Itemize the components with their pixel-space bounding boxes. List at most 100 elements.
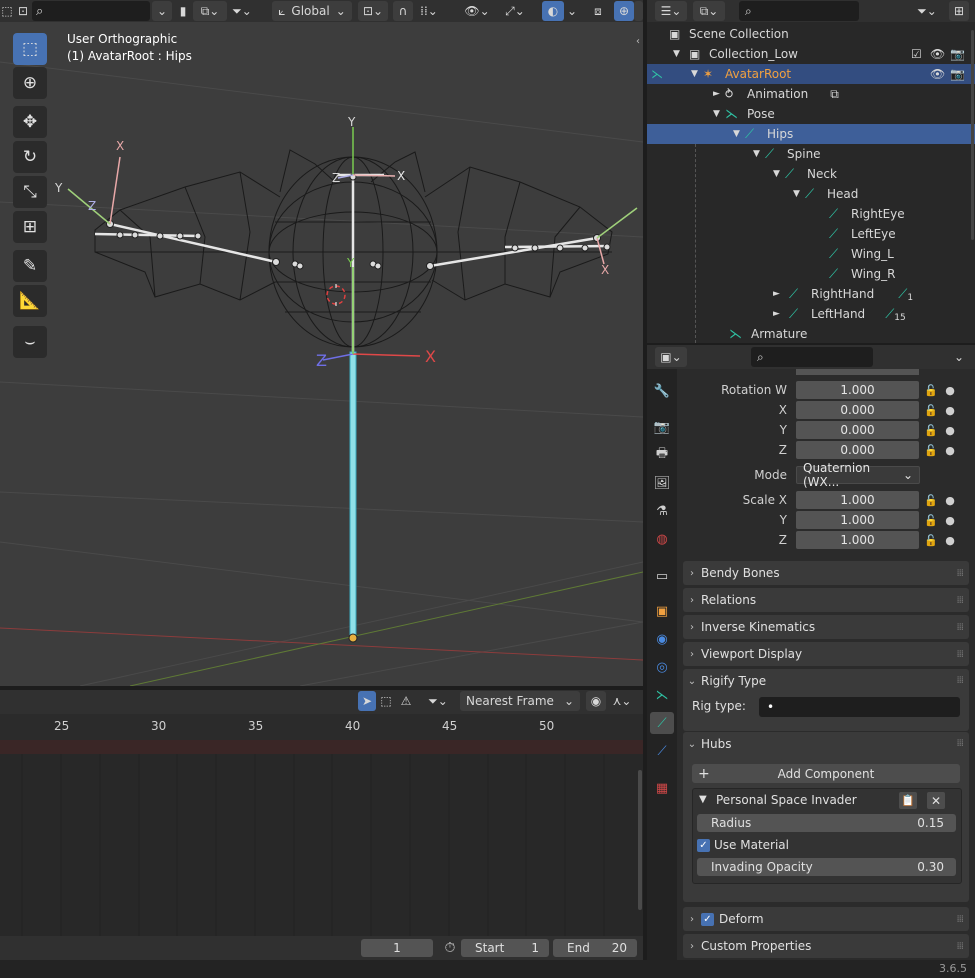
render-tab-icon[interactable]: 📷 (650, 416, 674, 438)
rotation-z-field[interactable]: 0.000 (796, 441, 919, 459)
options-dropdown[interactable]: ⌄ (949, 347, 969, 367)
filter-icon[interactable]: ⏷⌄ (421, 691, 455, 711)
edit-mode-icon[interactable]: ⬚ (0, 1, 14, 21)
viewport-search-input[interactable]: ⌕ (32, 1, 150, 21)
outliner-row-hips[interactable]: ▼ ⟋ Hips (647, 124, 975, 144)
filter-dropdown[interactable]: ⌄ (152, 1, 172, 21)
armature-tab-icon[interactable]: ⋋ (650, 684, 674, 706)
keyframe-dot-icon[interactable]: ● (945, 531, 955, 549)
invading-opacity-field[interactable]: Invading Opacity 0.30 (697, 858, 956, 876)
collapsed-arrow-icon[interactable]: ► (713, 89, 725, 99)
drag-handle-icon[interactable]: ⁞⁞⁞ (956, 568, 963, 579)
panel-custom-properties[interactable]: › Custom Properties ⁞⁞⁞ (683, 934, 969, 958)
overlay-icon[interactable]: ◐ (542, 1, 564, 21)
drag-handle-icon[interactable]: ⁞⁞⁞ (956, 738, 963, 749)
lock-icon[interactable]: 🔓 (924, 421, 938, 439)
expand-arrow-icon[interactable]: ▼ (793, 189, 805, 199)
keyframe-dot-icon[interactable]: ● (945, 441, 955, 459)
overlay-dropdown[interactable]: ⌄ (564, 1, 580, 21)
filter-icon[interactable]: ⏷⌄ (227, 1, 257, 21)
eye-icon[interactable]: 👁 (930, 67, 945, 81)
deform-checkbox[interactable]: ✓ (701, 912, 714, 926)
collapsed-arrow-icon[interactable]: ► (773, 289, 789, 299)
select-box-tool[interactable]: ⬚ (13, 33, 47, 65)
outliner-row-animation[interactable]: ► ⥁ Animation ⧉ (647, 84, 975, 104)
lock-icon[interactable]: 🔓 (924, 511, 938, 529)
rotation-x-field[interactable]: 0.000 (796, 401, 919, 419)
expand-arrow-icon[interactable]: ▼ (773, 169, 785, 179)
collapsed-arrow-icon[interactable]: ► (773, 309, 789, 319)
wireframe-shading-icon[interactable]: ⊕ (614, 1, 634, 21)
drag-handle-icon[interactable]: ⁞⁞⁞ (956, 914, 963, 925)
transform-tool[interactable]: ⊞ (13, 211, 47, 243)
panel-deform[interactable]: › ✓ Deform ⁞⁞⁞ (683, 907, 969, 931)
checkbox-icon[interactable]: ☑ (911, 47, 922, 61)
lock-icon[interactable]: 🔓 (924, 531, 938, 549)
lock-icon[interactable]: 🔓 (924, 441, 938, 459)
new-collection-icon[interactable]: ⊞ (949, 1, 969, 21)
timeline-ruler[interactable]: 25 30 35 40 45 50 (0, 714, 643, 740)
lock-icon[interactable]: ⊡ (16, 1, 30, 21)
lock-icon[interactable]: 🔓 (924, 381, 938, 399)
roll-tool[interactable]: ⌣ (13, 326, 47, 358)
keyframe-dot-icon[interactable]: ● (945, 381, 955, 399)
rotation-mode-dropdown[interactable]: Quaternion (WX... ⌄ (796, 461, 920, 489)
view-layers-dropdown[interactable]: ⧉⌄ (193, 1, 227, 21)
expand-arrow-icon[interactable]: ▼ (699, 794, 707, 805)
timeline-keyframes[interactable] (0, 740, 643, 936)
outliner-search-input[interactable]: ⌕ (739, 1, 859, 21)
rotation-w-field[interactable]: 1.000 (796, 381, 919, 399)
world-tab-icon[interactable]: ◍ (650, 528, 674, 550)
tool-tab-icon[interactable]: 🔧 (650, 380, 674, 402)
drag-handle-icon[interactable]: ⁞⁞⁞ (956, 675, 963, 686)
hubs-header[interactable]: ⌄ Hubs ⁞⁞⁞ (683, 732, 969, 756)
properties-search-input[interactable]: ⌕ (751, 347, 873, 367)
cursor-tool[interactable]: ⊕ (13, 67, 47, 99)
falloff-dropdown[interactable]: ⋏⌄ (606, 691, 638, 711)
texture-tab-icon[interactable]: ▦ (650, 777, 674, 799)
keyframe-dot-icon[interactable]: ● (945, 401, 955, 419)
outliner-row-pose[interactable]: ▼ ⋋ Pose (647, 104, 975, 124)
grid-icon[interactable]: ⁞⁞⌄ (414, 1, 444, 21)
collapse-sidebar-icon[interactable]: ‹ (636, 36, 640, 47)
expand-arrow-icon[interactable]: ▼ (691, 69, 703, 79)
lock-icon[interactable]: 🔓 (924, 491, 938, 509)
magnet-icon[interactable]: ∩ (393, 1, 413, 21)
modifiers-tab-icon[interactable]: ◉ (650, 628, 674, 650)
move-tool[interactable]: ✥ (13, 106, 47, 138)
rigify-header[interactable]: ⌄ Rigify Type ⁞⁞⁞ (683, 669, 969, 693)
keyframe-dot-icon[interactable]: ● (945, 511, 955, 529)
camera-icon[interactable]: 📷 (950, 67, 965, 81)
eye-icon[interactable]: 👁 (930, 47, 945, 61)
pivot-dropdown[interactable]: ⊡⌄ (358, 1, 388, 21)
keyframe-dot-icon[interactable]: ● (945, 421, 955, 439)
close-icon[interactable]: ✕ (927, 792, 945, 809)
expand-arrow-icon[interactable]: ▼ (733, 129, 745, 139)
snap-mode-dropdown[interactable]: Nearest Frame ⌄ (460, 691, 580, 711)
proportional-icon[interactable]: ◉ (586, 691, 606, 711)
timeline-scrollbar[interactable] (638, 770, 642, 910)
orientation-dropdown[interactable]: ⟀ Global ⌄ (272, 1, 352, 21)
keyframe-dot-icon[interactable]: ● (945, 491, 955, 509)
panel-inverse-kinematics[interactable]: › Inverse Kinematics ⁞⁞⁞ (683, 615, 969, 639)
visibility-dropdown[interactable]: 👁⌄ (462, 1, 492, 21)
paste-icon[interactable]: 📋 (899, 792, 917, 809)
use-material-checkbox[interactable]: ✓ Use Material (697, 836, 789, 854)
add-component-button[interactable]: + Add Component (692, 764, 960, 783)
3d-viewport[interactable]: X Z Y Y X Z X Y Z X User Orthographic (1… (0, 22, 643, 686)
panel-relations[interactable]: › Relations ⁞⁞⁞ (683, 588, 969, 612)
outliner-row-scene-collection[interactable]: ▣ Scene Collection (647, 24, 975, 44)
radius-field[interactable]: Radius 0.15 (697, 814, 956, 832)
outliner-row-collection-low[interactable]: ▼ ▣ Collection_Low ☑ 👁 📷 (647, 44, 975, 64)
display-mode-dropdown[interactable]: ☰⌄ (655, 1, 687, 21)
start-frame-field[interactable]: Start 1 (461, 939, 549, 957)
object-tab-icon[interactable]: ▣ (650, 600, 674, 622)
gizmo-dropdown[interactable]: ⤢⌄ (498, 1, 532, 21)
stopwatch-icon[interactable]: ⏱ (442, 939, 458, 957)
box-select-icon[interactable]: ⬚ (377, 691, 395, 711)
expand-arrow-icon[interactable]: ▼ (713, 109, 725, 119)
outliner-scrollbar[interactable] (971, 30, 974, 240)
drag-handle-icon[interactable]: ⁞⁞⁞ (956, 941, 963, 952)
expand-arrow-icon[interactable]: ▼ (673, 49, 689, 59)
select-icon[interactable]: ➤ (358, 691, 376, 711)
